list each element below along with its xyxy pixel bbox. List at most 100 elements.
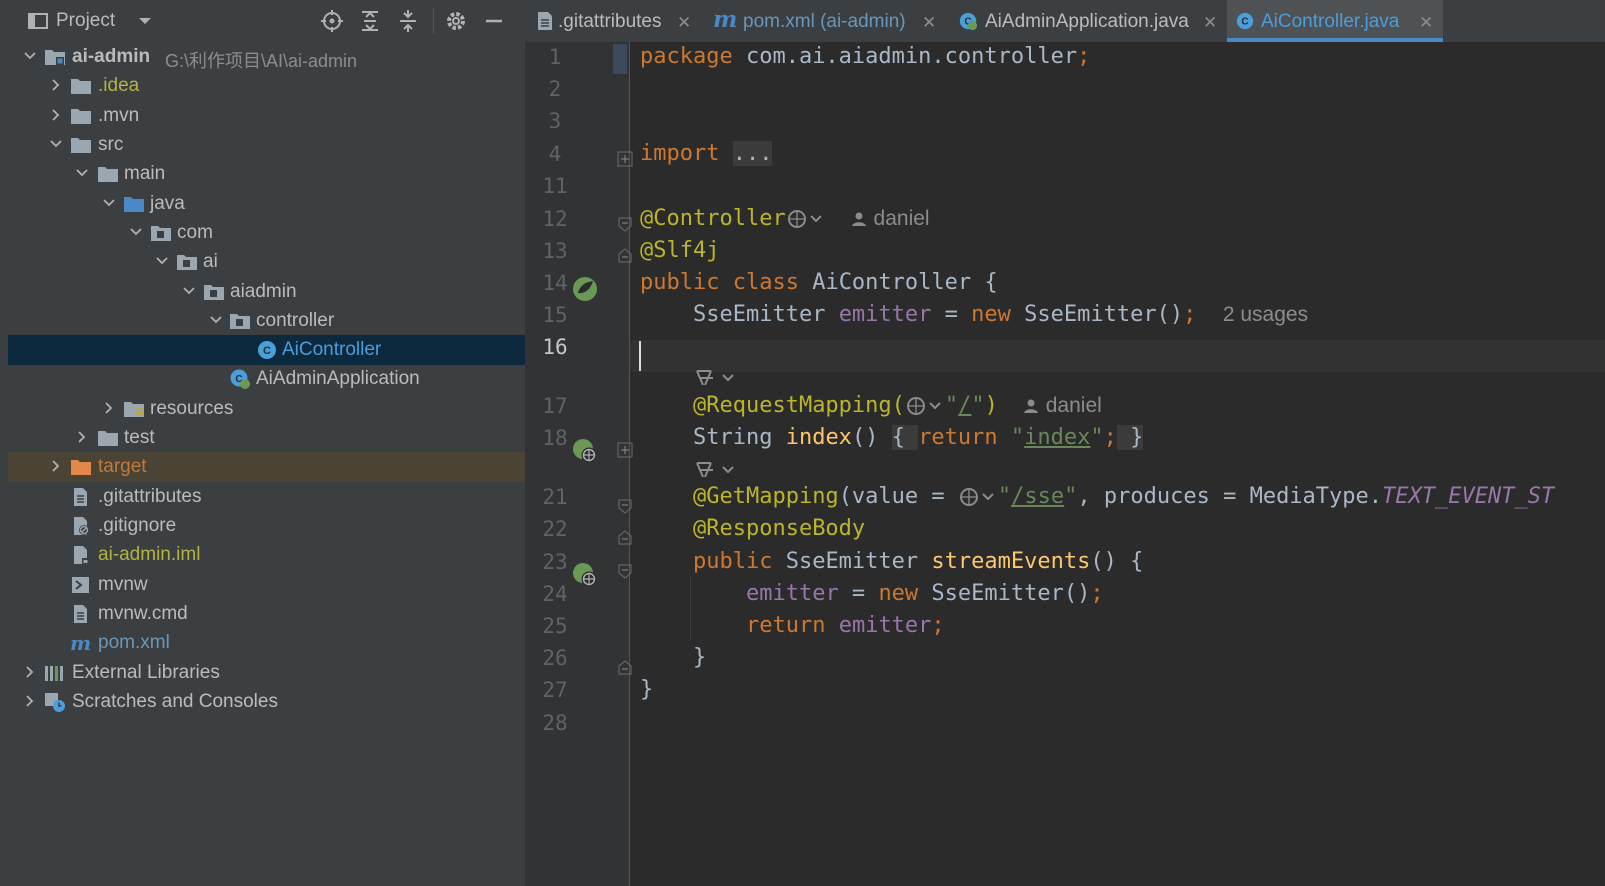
tree-item-external-libraries[interactable]: External Libraries xyxy=(8,658,525,688)
close-icon[interactable]: ✕ xyxy=(677,13,691,33)
close-icon[interactable]: ✕ xyxy=(1203,13,1217,33)
close-icon[interactable]: ✕ xyxy=(1419,13,1433,33)
usages-hint[interactable]: 2 usages xyxy=(1223,303,1308,326)
web-endpoint-icon[interactable] xyxy=(786,208,826,230)
web-endpoint-icon[interactable] xyxy=(905,395,945,417)
tree-item-aicontroller[interactable]: C AiController xyxy=(8,335,525,365)
package-icon xyxy=(230,314,250,329)
tree-item-label: mvnw.cmd xyxy=(98,603,188,624)
tree-item-mvn[interactable]: .mvn xyxy=(8,101,525,131)
spring-bean-icon[interactable] xyxy=(572,276,598,302)
tab-pom-xml[interactable]: m pom.xml (ai-admin) ✕ xyxy=(707,0,952,42)
tree-item-src[interactable]: src xyxy=(8,130,525,160)
tree-item-ai[interactable]: ai xyxy=(8,247,525,277)
package-icon xyxy=(204,285,224,300)
chevron-right-icon[interactable] xyxy=(48,107,64,123)
tree-item-com[interactable]: com xyxy=(8,218,525,248)
tab-aiadminapplication[interactable]: C AiAdminApplication.java ✕ xyxy=(952,0,1227,42)
tree-item-idea[interactable]: .idea xyxy=(8,71,525,101)
line-number: 17 xyxy=(542,394,568,418)
tree-item-aiadminapplication[interactable]: C AiAdminApplication xyxy=(8,364,525,394)
fold-collapse-icon[interactable] xyxy=(617,563,633,579)
folder-icon xyxy=(98,167,118,182)
svg-text:m: m xyxy=(70,633,91,653)
close-icon[interactable]: ✕ xyxy=(922,13,936,33)
fold-collapse-icon[interactable] xyxy=(617,216,633,232)
chevron-down-icon[interactable] xyxy=(48,136,64,152)
chevron-right-icon[interactable] xyxy=(22,693,38,709)
chevron-right-icon[interactable] xyxy=(48,77,64,93)
chevron-down-icon[interactable] xyxy=(22,48,38,64)
tab-gitattributes[interactable]: .gitattributes ✕ xyxy=(525,0,707,42)
tree-item-target[interactable]: target xyxy=(8,452,525,482)
text-file-icon xyxy=(74,605,87,623)
chevron-down-icon[interactable] xyxy=(181,283,197,299)
user-icon xyxy=(851,212,866,227)
request-mapping-icon[interactable] xyxy=(572,562,598,588)
request-mapping-icon[interactable] xyxy=(572,438,598,464)
expand-all-icon[interactable] xyxy=(358,9,382,33)
tree-item-label: ai-admin xyxy=(72,46,151,67)
tree-item-aiadmin[interactable]: aiadmin xyxy=(8,277,525,307)
tree-item-test[interactable]: test xyxy=(8,423,525,453)
code-line-4: import ... xyxy=(640,141,773,166)
tab-label: AiController.java xyxy=(1261,11,1400,32)
excluded-folder-icon xyxy=(71,460,91,475)
tab-label: .gitattributes xyxy=(558,11,662,32)
fold-expand-icon[interactable] xyxy=(617,442,633,458)
code-line-23: public SseEmitter streamEvents() { xyxy=(692,549,1144,574)
tree-item-pom-xml[interactable]: m pom.xml xyxy=(8,628,525,658)
tab-aicontroller[interactable]: C AiController.java ✕ xyxy=(1227,0,1443,42)
tree-item-path: G:\利作项目\AI\ai-admin xyxy=(165,51,358,71)
chevron-right-icon[interactable] xyxy=(48,458,64,474)
tree-item-gitattributes[interactable]: .gitattributes xyxy=(8,482,525,512)
tree-item-label: controller xyxy=(256,310,335,331)
chevron-down-icon[interactable] xyxy=(101,195,117,211)
tree-item-main[interactable]: main xyxy=(8,159,525,189)
tree-item-controller[interactable]: controller xyxy=(8,306,525,336)
fold-expand-icon[interactable] xyxy=(617,151,633,167)
chevron-right-icon[interactable] xyxy=(101,400,117,416)
minimize-icon[interactable] xyxy=(482,9,506,33)
current-line-highlight xyxy=(630,340,1605,372)
ignore-file-icon xyxy=(74,517,89,535)
line-number: 15 xyxy=(542,303,568,327)
web-endpoint-icon[interactable] xyxy=(958,486,998,508)
chevron-down-icon[interactable] xyxy=(154,253,170,269)
editor-gutter[interactable] xyxy=(525,42,630,886)
chevron-right-icon[interactable] xyxy=(22,664,38,680)
project-title[interactable]: Project xyxy=(56,10,115,32)
tree-item-gitignore[interactable]: .gitignore xyxy=(8,511,525,541)
code-line-14: public class AiController { xyxy=(640,270,998,295)
fold-end-icon[interactable] xyxy=(617,530,633,546)
java-class-icon: C xyxy=(258,341,276,359)
fold-collapse-icon[interactable] xyxy=(617,498,633,514)
gear-icon[interactable] xyxy=(444,9,468,33)
tree-item-label: src xyxy=(98,134,124,155)
tree-item-mvnw-cmd[interactable]: mvnw.cmd xyxy=(8,599,525,629)
chevron-down-icon[interactable] xyxy=(74,165,90,181)
chevron-down-icon[interactable] xyxy=(208,312,224,328)
chevron-right-icon[interactable] xyxy=(74,429,90,445)
import-fold[interactable]: ... xyxy=(732,141,773,166)
code-editor[interactable] xyxy=(630,42,1605,886)
collapse-all-icon[interactable] xyxy=(396,9,420,33)
tree-item-scratches-and-consoles[interactable]: Scratches and Consoles xyxy=(8,687,525,717)
resources-folder-icon xyxy=(124,402,144,417)
locate-icon[interactable] xyxy=(320,9,344,33)
chevron-down-icon[interactable] xyxy=(128,224,144,240)
endpoint-actions-icon[interactable] xyxy=(693,367,739,389)
code-line-18: String index() { return "index"; } xyxy=(692,425,1144,450)
tree-item-label: AiAdminApplication xyxy=(256,368,420,389)
tree-item-label: External Libraries xyxy=(72,662,220,683)
editor-tab-bar: .gitattributes ✕ m pom.xml (ai-admin) ✕ … xyxy=(525,0,1605,43)
tree-item-ai-admin[interactable]: ai-admin G:\利作项目\AI\ai-admin xyxy=(8,42,525,72)
chevron-down-icon[interactable] xyxy=(133,9,157,33)
endpoint-actions-icon[interactable] xyxy=(693,459,739,481)
tree-item-java[interactable]: java xyxy=(8,189,525,219)
tree-item-resources[interactable]: resources xyxy=(8,394,525,424)
tree-item-mvnw[interactable]: mvnw xyxy=(8,570,525,600)
fold-end-icon[interactable] xyxy=(617,248,633,264)
fold-end-icon[interactable] xyxy=(617,660,633,676)
tree-item-ai-admin-iml[interactable]: ai-admin.iml xyxy=(8,540,525,570)
